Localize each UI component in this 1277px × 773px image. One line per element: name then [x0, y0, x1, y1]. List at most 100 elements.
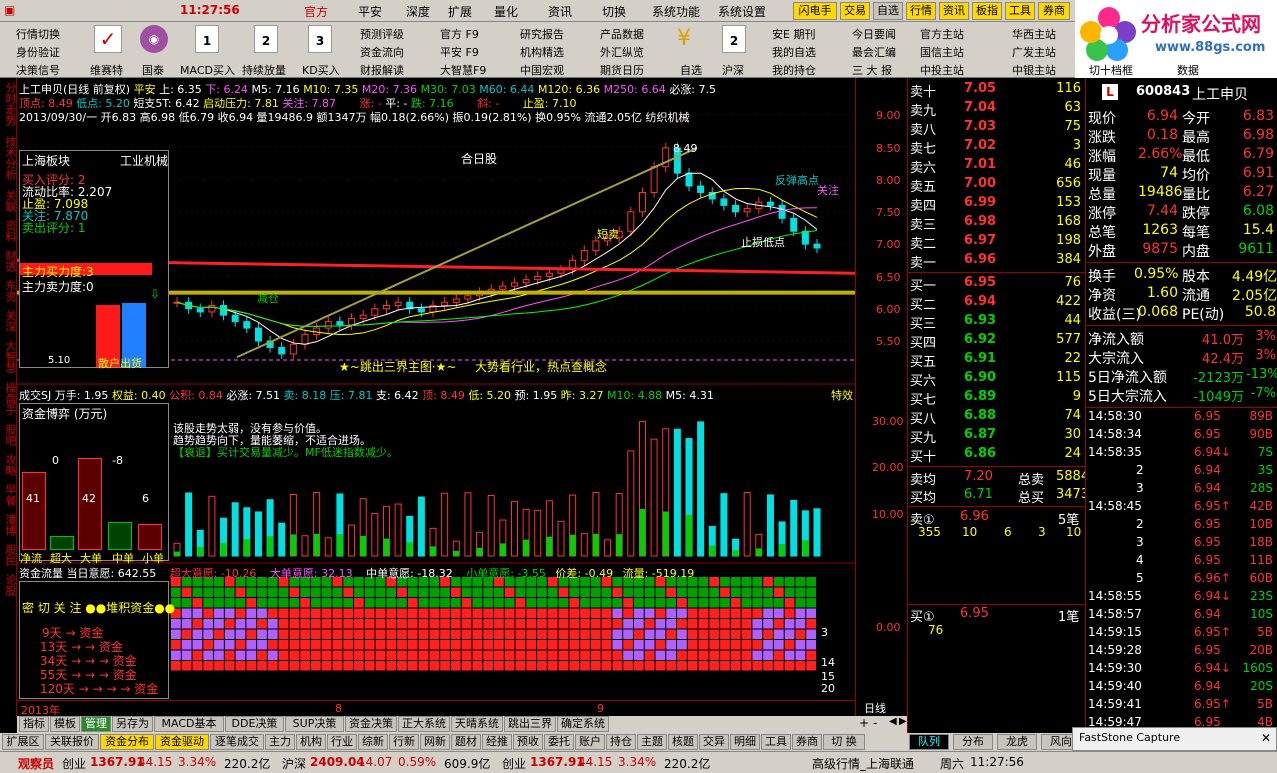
menu-depth[interactable]: 深度 — [406, 3, 430, 20]
checkmark-icon[interactable]: ✓ — [94, 25, 122, 53]
tb-product[interactable]: 产品数据 — [600, 26, 644, 42]
tb-huaxi[interactable]: 华西主站 — [1012, 26, 1056, 42]
left-tab[interactable]: 论股 — [1, 574, 17, 596]
tb-decision[interactable]: 决策信号 — [16, 62, 60, 78]
indicator-tab[interactable]: 确定系统 — [557, 716, 609, 732]
status-tab[interactable]: 主力 — [265, 734, 295, 750]
left-tab[interactable]: 资料 — [1, 220, 17, 242]
left-tab[interactable]: 潘博 — [1, 514, 17, 536]
faststone-capture[interactable]: FastStone Capture ✕ — [1072, 727, 1277, 751]
arrow-right-icon[interactable]: ▶ — [899, 716, 907, 727]
tb-macd[interactable]: MACD买入 — [180, 62, 235, 78]
status-tab[interactable]: 券商 — [792, 734, 822, 750]
indicator-tab[interactable]: 指标 — [19, 716, 49, 732]
left-tab[interactable]: 关深 — [1, 310, 17, 332]
news-button[interactable]: 资讯 — [939, 2, 969, 20]
menu-official[interactable]: 官方 — [304, 3, 328, 20]
status-tab[interactable]: 资金分布 — [100, 734, 154, 750]
period-mode[interactable]: 日线 — [864, 700, 886, 716]
right-tab[interactable]: 分布 — [953, 734, 993, 750]
tb-guotai[interactable]: 国泰 — [142, 62, 164, 78]
status-tab[interactable]: 工具 — [761, 734, 791, 750]
tb-three[interactable]: 三 大 报 — [852, 62, 892, 78]
left-tab[interactable]: 东资 — [1, 280, 17, 302]
menu-extend[interactable]: 扩展 — [448, 3, 472, 20]
indicator-tab[interactable]: 天晴系统 — [451, 716, 503, 732]
tb-dzh-f9[interactable]: 大智慧F9 — [440, 62, 486, 78]
broker-button[interactable]: 券商 — [1038, 2, 1070, 20]
indicator-tab[interactable]: DDE决策 — [225, 716, 284, 732]
status-tab[interactable]: 关联报价 — [45, 734, 99, 750]
tb-official-f9[interactable]: 官方 F9 — [440, 26, 479, 42]
calendar-icon[interactable]: 1 — [195, 25, 219, 53]
tb-cut10[interactable]: 切十档框 — [1089, 62, 1133, 78]
tb-holdings[interactable]: 我的持仓 — [772, 62, 816, 78]
indicator-tab[interactable]: 管理 — [81, 716, 111, 732]
add-icon[interactable]: + — [859, 716, 869, 730]
status-tab[interactable]: 网新 — [420, 734, 450, 750]
tb-news[interactable]: 今日要闻 — [852, 26, 896, 42]
indicator-tab[interactable]: 模板 — [50, 716, 80, 732]
board-button[interactable]: 板指 — [972, 2, 1002, 20]
menu-switch[interactable]: 切换 — [602, 3, 626, 20]
status-tab[interactable]: 预收 — [513, 734, 543, 750]
left-tab[interactable]: 大智慧 — [1, 340, 17, 373]
tb-kd[interactable]: KD买入 — [302, 62, 340, 78]
right-tab[interactable]: 队列 — [909, 734, 949, 750]
status-tab[interactable]: 账户 — [575, 734, 605, 750]
status-tab[interactable]: 行业 — [327, 734, 357, 750]
arrow-left-icon[interactable]: ◀ — [889, 716, 897, 727]
status-tab[interactable]: 核题 — [668, 734, 698, 750]
remove-icon[interactable]: - — [873, 716, 877, 730]
tb-forecast[interactable]: 预测评级 — [360, 26, 404, 42]
calendar-icon[interactable]: 2 — [722, 25, 746, 53]
close-icon[interactable]: ✕ — [1261, 731, 1271, 745]
market-button[interactable]: 行情 — [906, 2, 936, 20]
left-tab[interactable]: 关联 — [1, 190, 17, 212]
right-tab[interactable]: 龙虎 — [997, 734, 1037, 750]
tb-volume[interactable]: 持续放量 — [242, 62, 286, 78]
tb-mywatch[interactable]: 我的自选 — [772, 44, 816, 60]
status-tab[interactable]: 交异 — [699, 734, 729, 750]
special-effect-button[interactable]: 特效 — [831, 387, 853, 403]
tb-forex[interactable]: 外汇纵览 — [600, 44, 644, 60]
indicator-tab[interactable]: SUP决策 — [285, 716, 344, 732]
indicator-tab[interactable]: 另存为 — [112, 716, 153, 732]
left-tab[interactable]: 股吧 — [1, 424, 17, 446]
left-tab[interactable]: 攻略 — [1, 454, 17, 476]
status-tab[interactable]: 委托 — [544, 734, 574, 750]
menu-sys-func[interactable]: 系统功能 — [652, 3, 700, 20]
tb-compile[interactable]: 最会汇编 — [852, 44, 896, 60]
tools-button[interactable]: 工具 — [1005, 2, 1035, 20]
status-tab[interactable]: 经推 — [482, 734, 512, 750]
status-tab[interactable]: 行新 — [389, 734, 419, 750]
tb-weisaite[interactable]: 维赛特 — [90, 62, 123, 78]
tb-identity[interactable]: 身份验证 — [16, 44, 60, 60]
indicator-tab[interactable]: MACD基本 — [154, 716, 224, 732]
calendar-icon[interactable]: 3 — [308, 25, 332, 53]
tb-futures[interactable]: 期货日历 — [600, 62, 644, 78]
yen-icon[interactable]: ¥ — [677, 26, 691, 51]
tb-guoxin[interactable]: 国信主站 — [920, 44, 964, 60]
status-tab[interactable]: 逐笔成交 — [210, 734, 264, 750]
status-tab[interactable]: 综新 — [358, 734, 388, 750]
left-tab[interactable]: 分时走势 — [1, 82, 17, 126]
menu-pingan[interactable]: 平安 — [358, 3, 382, 20]
menu-news[interactable]: 资讯 — [548, 3, 572, 20]
status-tab[interactable]: 切 换 — [823, 734, 865, 750]
trade-button[interactable]: 交易 — [840, 2, 870, 20]
left-tab[interactable]: 早餐 — [1, 484, 17, 506]
status-tab[interactable]: 持仓 — [606, 734, 636, 750]
indicator-tab[interactable]: 跳出三界 — [504, 716, 556, 732]
status-tab[interactable]: 扩展区 — [2, 734, 44, 750]
status-tab[interactable]: 明细 — [730, 734, 760, 750]
guotai-icon[interactable]: ◉ — [140, 25, 168, 53]
tb-report[interactable]: 财报解读 — [360, 62, 404, 78]
left-tab[interactable]: 股民 — [1, 544, 17, 566]
tb-macro[interactable]: 中国宏观 — [520, 62, 564, 78]
tb-hushen[interactable]: 沪深 — [722, 62, 744, 78]
tb-self[interactable]: 自选 — [680, 62, 702, 78]
status-tab[interactable]: 主题 — [637, 734, 667, 750]
tb-institution[interactable]: 机构精选 — [520, 44, 564, 60]
tb-data[interactable]: 数据 — [1177, 62, 1199, 78]
